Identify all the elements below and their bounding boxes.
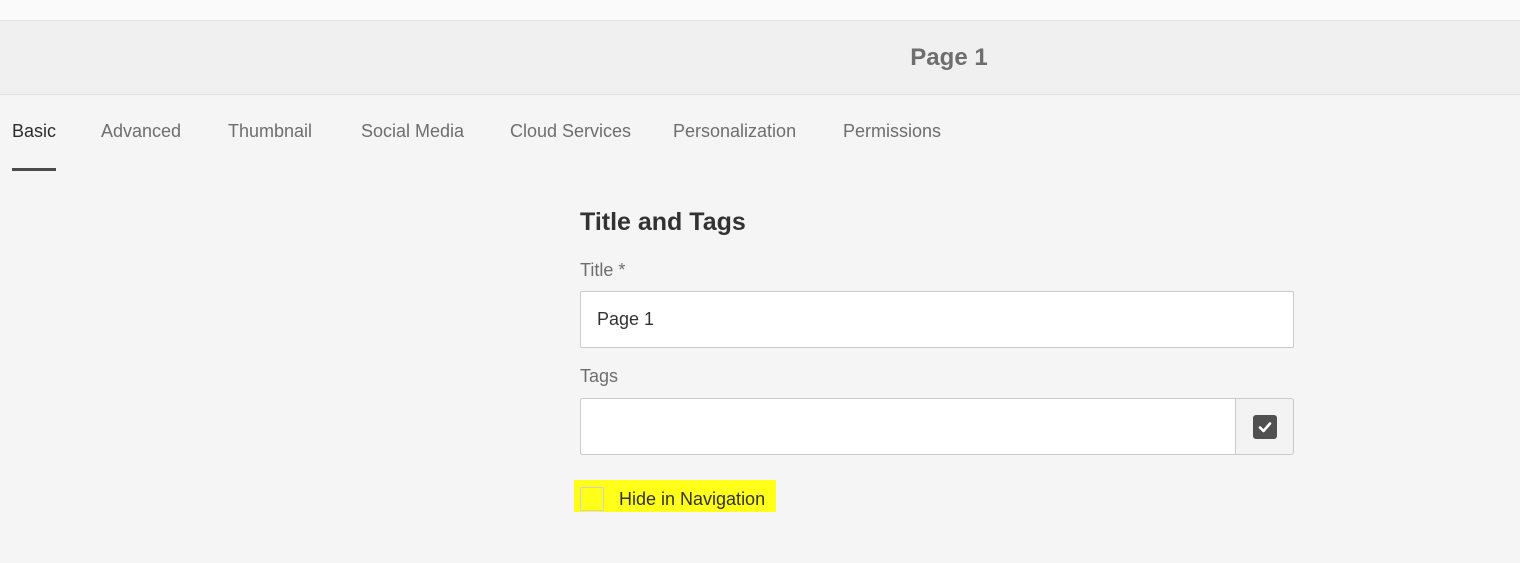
checkbox-box[interactable] [580,487,604,511]
tab-personalization[interactable]: Personalization [673,121,796,169]
tab-cloud-services[interactable]: Cloud Services [510,121,631,169]
tab-thumbnail[interactable]: Thumbnail [228,121,312,169]
tags-field [580,398,1294,455]
tab-permissions[interactable]: Permissions [843,121,941,169]
page-title: Page 1 [910,44,988,71]
checkbox-checked-icon [1252,414,1277,439]
title-and-tags-form: Title and Tags Title * Tags Hide in Navi… [574,200,1294,512]
tab-basic[interactable]: Basic [12,121,57,171]
tab-bar: Basic Advanced Thumbnail Social Media Cl… [0,95,1520,171]
title-field-label: Title * [580,260,626,280]
dialog-header: Page 1 [0,21,1520,95]
tags-field-label: Tags [580,366,619,386]
hide-in-navigation-label: Hide in Navigation [619,488,766,509]
hide-in-navigation-checkbox[interactable]: Hide in Navigation [580,485,765,513]
tags-input[interactable] [580,398,1235,455]
section-title: Title and Tags [580,208,746,236]
title-input[interactable] [580,291,1294,348]
top-strip [0,0,1520,21]
tab-advanced[interactable]: Advanced [101,121,181,169]
tab-social-media[interactable]: Social Media [361,121,464,169]
tags-picker-button[interactable] [1235,398,1294,455]
